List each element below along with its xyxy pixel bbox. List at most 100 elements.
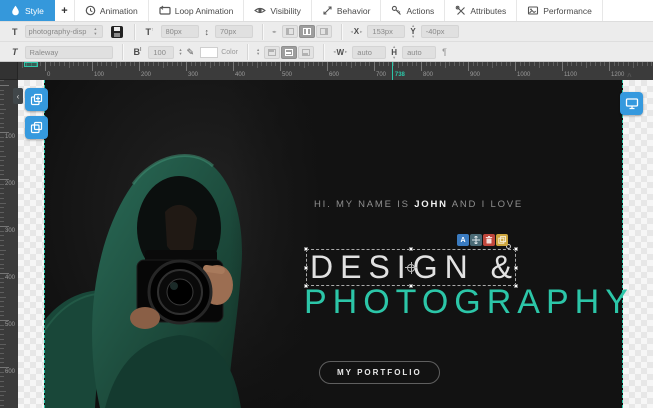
tools-icon — [455, 5, 466, 16]
align-top-button[interactable] — [264, 46, 280, 59]
ruler-tick — [492, 62, 493, 68]
y-position-input[interactable] — [421, 25, 459, 38]
font-family-label: T — [12, 47, 18, 57]
ruler-tick — [0, 391, 6, 392]
resize-handle[interactable] — [514, 247, 518, 251]
pen-icon[interactable]: ✎ — [187, 47, 195, 58]
add-block-button[interactable] — [25, 88, 48, 111]
desktop-preview-button[interactable] — [620, 92, 643, 115]
tab-style[interactable]: Style — [0, 0, 55, 21]
ruler-tick — [0, 358, 4, 359]
tab-label: Visibility — [270, 6, 301, 16]
ruler-tick — [0, 207, 4, 208]
ruler-tick — [0, 226, 9, 227]
ruler-tick — [308, 62, 309, 66]
align-middle-button[interactable] — [281, 46, 297, 59]
align-center-button[interactable] — [299, 25, 315, 38]
vertical-ruler[interactable]: 100200300400500600 — [0, 80, 18, 408]
selected-text-element[interactable]: DESIGN & — [306, 249, 516, 286]
ruler-tick — [0, 315, 4, 316]
ruler-tick — [571, 62, 572, 66]
hero-greeting[interactable]: HI. MY NAME IS JOHN AND I LOVE — [314, 199, 523, 210]
heading-photography[interactable]: PHOTOGRAPHY — [304, 283, 634, 322]
ruler-tick — [289, 62, 290, 66]
image-icon — [527, 5, 539, 16]
ruler-tick — [576, 62, 577, 66]
color-swatch[interactable] — [200, 47, 218, 58]
ruler-tick — [534, 62, 535, 66]
ruler-tick — [0, 273, 9, 274]
tab-visibility[interactable]: Visibility — [244, 0, 312, 21]
align-right-button[interactable] — [316, 25, 332, 38]
move-button[interactable] — [470, 234, 482, 246]
ruler-tick — [22, 62, 23, 68]
align-bottom-button[interactable] — [298, 46, 314, 59]
font-style-select[interactable]: photography-disp ▴▾ — [25, 25, 103, 38]
x-position-input[interactable] — [367, 25, 405, 38]
width-label: ◂W▸ — [333, 48, 347, 57]
tab-performance[interactable]: Performance — [517, 0, 603, 21]
element-action-bar: A — [457, 234, 508, 246]
guide-marker[interactable] — [24, 62, 38, 67]
ruler-tick — [604, 62, 605, 66]
collapse-panel-arrow[interactable]: ‹ — [13, 88, 23, 104]
ruler-tick — [510, 62, 511, 66]
ruler-tick — [0, 353, 4, 354]
delete-button[interactable] — [483, 234, 495, 246]
align-left-button[interactable] — [282, 25, 298, 38]
greeting-name: JOHN — [414, 199, 448, 210]
size-arrow-icon: ↑ — [151, 27, 154, 33]
resize-handle[interactable] — [409, 247, 413, 251]
paragraph-icon[interactable]: ¶ — [442, 47, 447, 57]
ruler-tick — [379, 62, 380, 66]
ruler-tick — [101, 62, 102, 66]
ruler-tick — [430, 62, 431, 66]
ruler-tick — [355, 62, 356, 66]
tab-animation[interactable]: Animation — [75, 0, 149, 21]
font-weight-label: BI — [134, 47, 142, 57]
resize-handle[interactable] — [304, 266, 308, 270]
ruler-tick — [266, 62, 267, 66]
duplicate-button[interactable] — [496, 234, 508, 246]
ruler-tick — [0, 203, 6, 204]
ruler-tick — [97, 62, 98, 66]
ruler-tick — [0, 123, 4, 124]
edit-text-button[interactable]: A — [457, 234, 469, 246]
tab-add[interactable]: + — [55, 0, 75, 21]
design-page[interactable]: HI. MY NAME IS JOHN AND I LOVE A DESIGN … — [44, 80, 623, 408]
tab-attributes[interactable]: Attributes — [445, 0, 517, 21]
ruler-tick — [369, 62, 370, 66]
ruler-tick — [0, 137, 4, 138]
line-height-input[interactable] — [215, 25, 253, 38]
resize-handle[interactable] — [514, 266, 518, 270]
ruler-tick — [529, 62, 530, 66]
resize-handle[interactable] — [304, 247, 308, 251]
tab-loop-animation[interactable]: Loop Animation — [149, 0, 245, 21]
tab-actions[interactable]: Actions — [381, 0, 445, 21]
ruler-tick — [0, 113, 4, 114]
width-input[interactable] — [352, 46, 386, 59]
toolbar-row-1: T photography-disp ▴▾ T↑ ↕ ◂▸ ◂X▸ ▴Y▾ — [0, 22, 653, 42]
ruler-tick — [0, 151, 4, 152]
ruler-tick — [294, 62, 295, 66]
duplicate-block-button[interactable] — [25, 116, 48, 139]
font-weight-input[interactable] — [148, 46, 174, 59]
tab-behavior[interactable]: Behavior — [312, 0, 382, 21]
anchor-point[interactable] — [407, 264, 415, 272]
font-family-input[interactable] — [25, 46, 113, 59]
ruler-tick — [0, 334, 4, 335]
ruler-tick — [487, 62, 488, 66]
weight-stepper[interactable]: ▴▾ — [179, 48, 181, 57]
scroll-up-arrow[interactable]: ^ — [627, 72, 632, 81]
my-portfolio-button[interactable]: MY PORTFOLIO — [319, 361, 440, 384]
horizontal-ruler[interactable]: 738 010020030040050060070080090010001100… — [18, 62, 653, 80]
ruler-tick — [0, 250, 6, 251]
ruler-tick — [388, 62, 389, 66]
save-font-style-button[interactable] — [111, 26, 123, 38]
height-label: ▴H▾ — [391, 45, 397, 60]
ruler-tick — [637, 62, 638, 66]
font-size-input[interactable] — [161, 25, 199, 38]
height-input[interactable] — [402, 46, 436, 59]
ruler-tick — [468, 62, 469, 71]
ruler-tick — [0, 339, 4, 340]
